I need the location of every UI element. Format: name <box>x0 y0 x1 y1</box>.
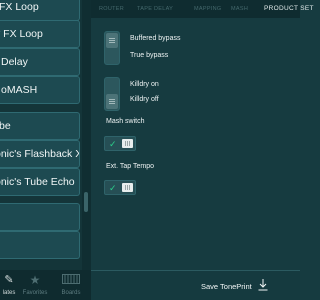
list-item[interactable]: FX Loop <box>0 0 80 21</box>
list-item[interactable]: Delay <box>0 48 80 76</box>
mash-switch-toggle[interactable]: ✓ <box>104 136 136 151</box>
pencil-icon: ✎ <box>4 274 14 286</box>
nav-tab-templates[interactable]: ✎ lates <box>0 270 18 300</box>
list-item[interactable]: oMASH <box>0 76 80 104</box>
list-item-label: onic's Flashback X... <box>0 148 79 160</box>
killdry-switch[interactable] <box>104 77 120 111</box>
list-item[interactable] <box>0 231 80 259</box>
keyboard-icon <box>62 274 80 284</box>
nav-tab-boards[interactable]: Boards <box>58 270 84 300</box>
download-icon <box>258 279 268 291</box>
list-item[interactable] <box>0 203 80 231</box>
tab-product-settings[interactable]: PRODUCT SET <box>264 0 314 18</box>
list-item[interactable]: onic's Flashback X... <box>0 140 80 168</box>
list-item-label: v FX Loop <box>0 28 43 40</box>
killdry-option-on[interactable]: Killdry on <box>130 81 159 88</box>
save-toneprint-label: Save TonePrint <box>201 282 252 291</box>
tap-tempo-title: Ext. Tap Tempo <box>106 163 154 170</box>
bottom-nav: ✎ lates ★ Favorites Boards <box>0 270 91 300</box>
check-icon: ✓ <box>109 139 117 149</box>
tab-mapping[interactable]: MAPPING <box>194 0 221 18</box>
mash-switch-title: Mash switch <box>106 118 145 125</box>
nav-tab-label: lates <box>2 290 16 296</box>
star-icon: ★ <box>29 273 41 287</box>
settings-tabs: ROUTER TAPE DELAY MAPPING MASH PRODUCT S… <box>91 0 313 18</box>
list-item-label: oMASH <box>1 84 38 96</box>
switch-knob <box>106 33 118 48</box>
bypass-option-true[interactable]: True bypass <box>130 52 168 59</box>
list-item-label: Delay <box>1 56 28 68</box>
toggle-knob <box>122 139 133 148</box>
list-item[interactable]: be <box>0 112 80 140</box>
bypass-switch[interactable] <box>104 31 120 65</box>
list-item[interactable]: onic's Tube Echo <box>0 168 80 196</box>
tab-router[interactable]: ROUTER <box>99 0 124 18</box>
toggle-knob <box>122 183 133 192</box>
tap-tempo-toggle[interactable]: ✓ <box>104 180 136 195</box>
nav-tab-favorites[interactable]: ★ Favorites <box>22 270 48 300</box>
list-scrollbar[interactable] <box>82 0 91 270</box>
tab-mash[interactable]: MASH <box>231 0 248 18</box>
list-item-label: be <box>0 120 11 132</box>
killdry-option-off[interactable]: Killdry off <box>130 96 159 103</box>
nav-tab-label: Favorites <box>22 290 48 296</box>
check-icon: ✓ <box>109 183 117 193</box>
preset-list: FX Loop v FX Loop Delay oMASH be onic's … <box>0 0 82 270</box>
switch-knob <box>106 94 118 109</box>
bypass-option-buffered[interactable]: Buffered bypass <box>130 35 180 42</box>
tab-tape-delay[interactable]: TAPE DELAY <box>137 0 173 18</box>
nav-tab-label: Boards <box>61 290 81 296</box>
list-item-label: FX Loop <box>0 1 39 13</box>
list-item[interactable]: v FX Loop <box>0 20 80 48</box>
list-item-label: onic's Tube Echo <box>0 176 75 188</box>
list-scroll-thumb[interactable] <box>84 192 88 212</box>
save-toneprint-button[interactable]: Save TonePrint <box>91 270 300 300</box>
